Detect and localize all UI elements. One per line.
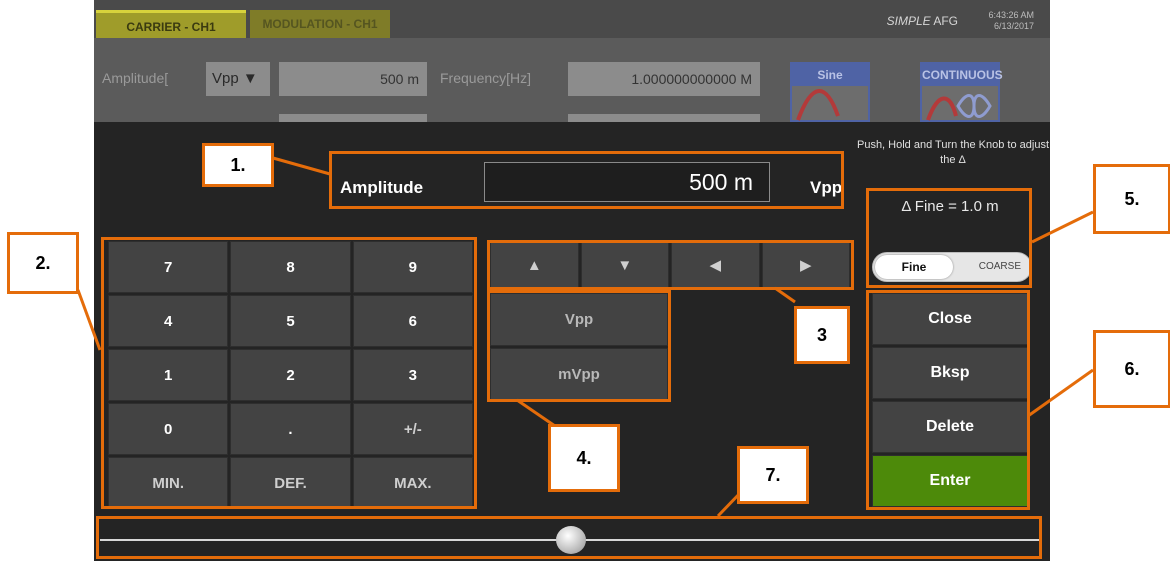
annotated-screenshot: CARRIER - CH1 MODULATION - CH1 SIMPLE AF… — [0, 0, 1170, 561]
highlight-value-field — [329, 151, 844, 209]
callout-7: 7. — [737, 446, 809, 504]
highlight-keypad — [101, 237, 477, 509]
highlight-arrows — [487, 240, 854, 290]
callout-2: 2. — [7, 232, 79, 294]
callout-1: 1. — [202, 143, 274, 187]
highlight-units — [487, 290, 671, 402]
callout-3: 3 — [794, 306, 850, 364]
callout-5: 5. — [1093, 164, 1170, 234]
callout-4: 4. — [548, 424, 620, 492]
callout-6: 6. — [1093, 330, 1170, 408]
highlight-slider — [96, 516, 1042, 559]
highlight-delta — [866, 188, 1032, 288]
highlight-actions — [866, 290, 1030, 510]
